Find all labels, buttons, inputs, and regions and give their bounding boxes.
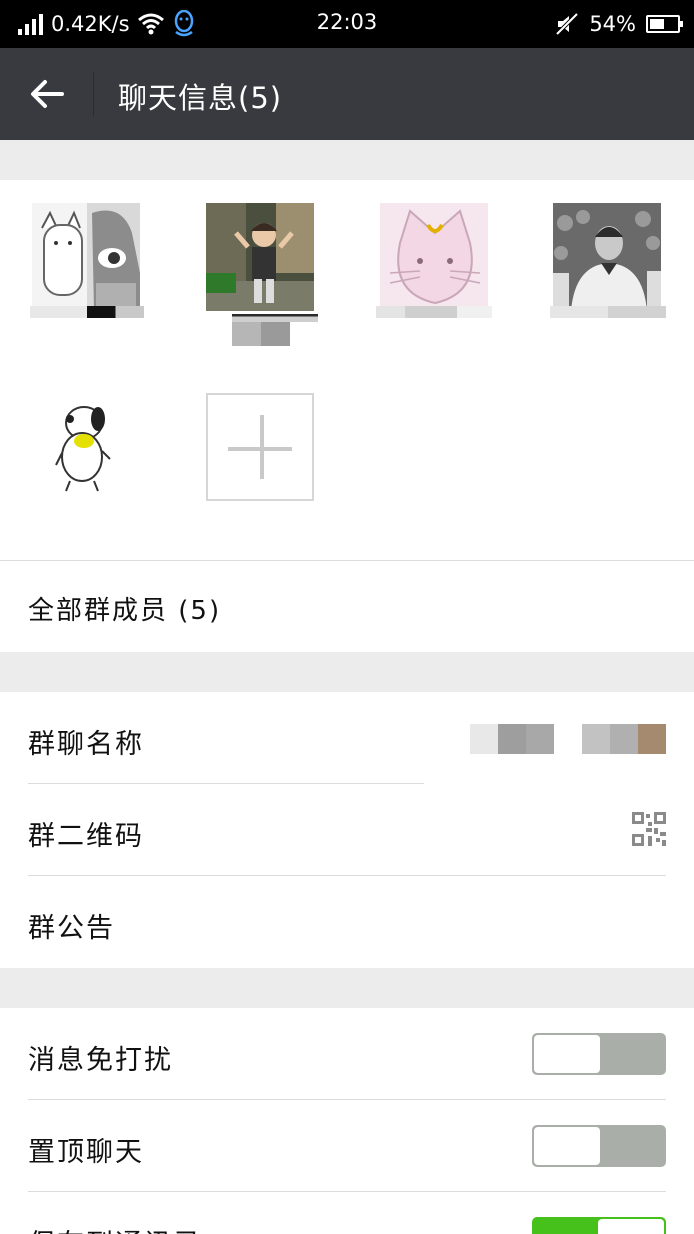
member-name-2-top	[232, 314, 318, 322]
toggle-knob	[534, 1127, 600, 1165]
member-avatar-5[interactable]	[32, 393, 140, 501]
pin-chat-row: 置顶聊天	[0, 1100, 694, 1192]
battery-icon	[646, 15, 683, 33]
member-avatar-3[interactable]	[380, 203, 488, 311]
chat-settings-section: 消息免打扰 置顶聊天 保存到通讯录	[0, 1008, 694, 1234]
group-notice-row[interactable]: 群公告	[0, 876, 694, 968]
members-divider	[0, 560, 694, 561]
save-contacts-toggle[interactable]	[532, 1217, 666, 1234]
battery-fill	[650, 19, 665, 29]
avatar-image	[32, 393, 140, 501]
header-divider	[93, 72, 94, 116]
mute-toggle[interactable]	[532, 1033, 666, 1075]
avatar-image	[553, 203, 661, 311]
battery-percent: 54%	[589, 12, 636, 36]
member-name-1	[30, 306, 144, 318]
avatar-image	[206, 203, 314, 311]
save-contacts-label: 保存到通讯录	[28, 1222, 202, 1234]
group-name-label: 群聊名称	[28, 729, 144, 760]
group-info-section: 群聊名称 群二维码 群公告	[0, 692, 694, 968]
member-name-5	[60, 546, 200, 560]
members-panel: 全部群成员 (5)	[0, 180, 694, 652]
group-name-row[interactable]: 群聊名称	[0, 692, 694, 784]
app-header: 聊天信息(5)	[0, 48, 694, 140]
toggle-knob	[598, 1219, 664, 1234]
mute-icon	[555, 12, 579, 36]
pin-chat-toggle[interactable]	[532, 1125, 666, 1167]
group-qr-row[interactable]: 群二维码	[0, 784, 694, 876]
group-qr-label: 群二维码	[28, 821, 144, 852]
toggle-knob	[534, 1035, 600, 1073]
arrow-left-icon	[31, 80, 64, 108]
status-right: 54%	[555, 10, 683, 38]
add-member-button[interactable]	[206, 393, 314, 501]
member-avatar-2[interactable]	[206, 203, 314, 311]
save-contacts-row: 保存到通讯录	[0, 1192, 694, 1234]
pin-chat-label: 置顶聊天	[28, 1137, 144, 1168]
back-button[interactable]	[26, 74, 68, 114]
member-avatar-4[interactable]	[553, 203, 661, 311]
all-members-link[interactable]: 全部群成员 (5)	[28, 590, 221, 627]
member-avatar-1[interactable]	[32, 203, 140, 311]
group-name-value-redacted	[470, 724, 666, 754]
mute-row: 消息免打扰	[0, 1008, 694, 1100]
page-title: 聊天信息(5)	[118, 81, 283, 115]
member-name-4	[550, 306, 666, 318]
avatar-image	[380, 203, 488, 311]
group-notice-label: 群公告	[28, 913, 115, 944]
mute-label: 消息免打扰	[28, 1045, 173, 1076]
avatar-image	[32, 203, 140, 311]
status-bar: 0.42K/s 22:03 54%	[0, 0, 694, 48]
member-name-3	[376, 306, 492, 318]
qr-code-icon	[632, 812, 666, 846]
